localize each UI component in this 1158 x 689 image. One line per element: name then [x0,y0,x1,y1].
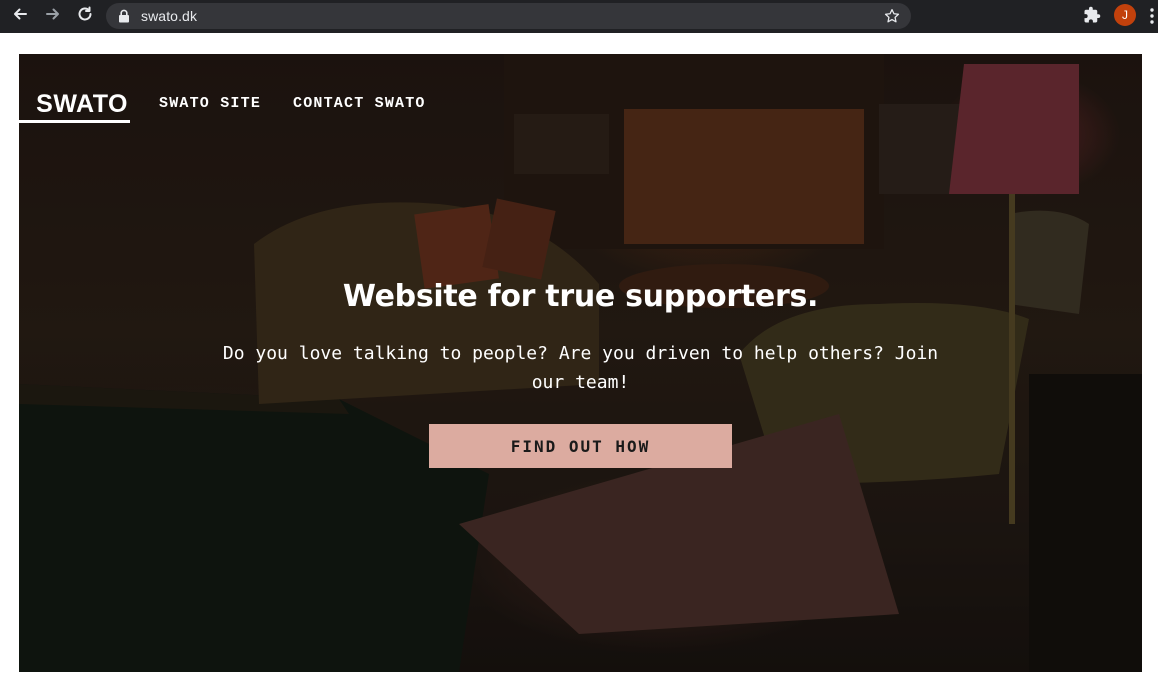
browser-toolbar: swato.dk J [0,0,1158,33]
nav-link-contact-swato[interactable]: CONTACT SWATO [293,95,426,112]
forward-button[interactable] [42,5,64,27]
find-out-how-button[interactable]: FIND OUT HOW [429,424,732,468]
site-logo[interactable]: SWATO [19,90,130,123]
arrow-left-icon [11,5,29,28]
nav-link-swato-site[interactable]: SWATO SITE [159,95,261,112]
hero-headline: Website for true supporters. [342,279,819,314]
url-text[interactable]: swato.dk [141,8,197,24]
arrow-right-icon [44,5,62,28]
page-body: SWATO SWATO SITE CONTACT SWATO Website f… [0,33,1158,689]
profile-avatar[interactable]: J [1114,4,1136,26]
hero-subtext: Do you love talking to people? Are you d… [222,343,939,393]
reload-icon [76,5,94,28]
back-button[interactable] [9,5,31,27]
reload-button[interactable] [74,5,96,27]
lock-icon[interactable] [118,9,130,28]
star-icon[interactable] [883,7,901,30]
puzzle-icon[interactable] [1083,6,1101,29]
address-bar[interactable]: swato.dk [106,3,911,29]
hero-section: SWATO SWATO SITE CONTACT SWATO Website f… [19,54,1142,672]
kebab-menu-icon[interactable] [1150,8,1154,29]
